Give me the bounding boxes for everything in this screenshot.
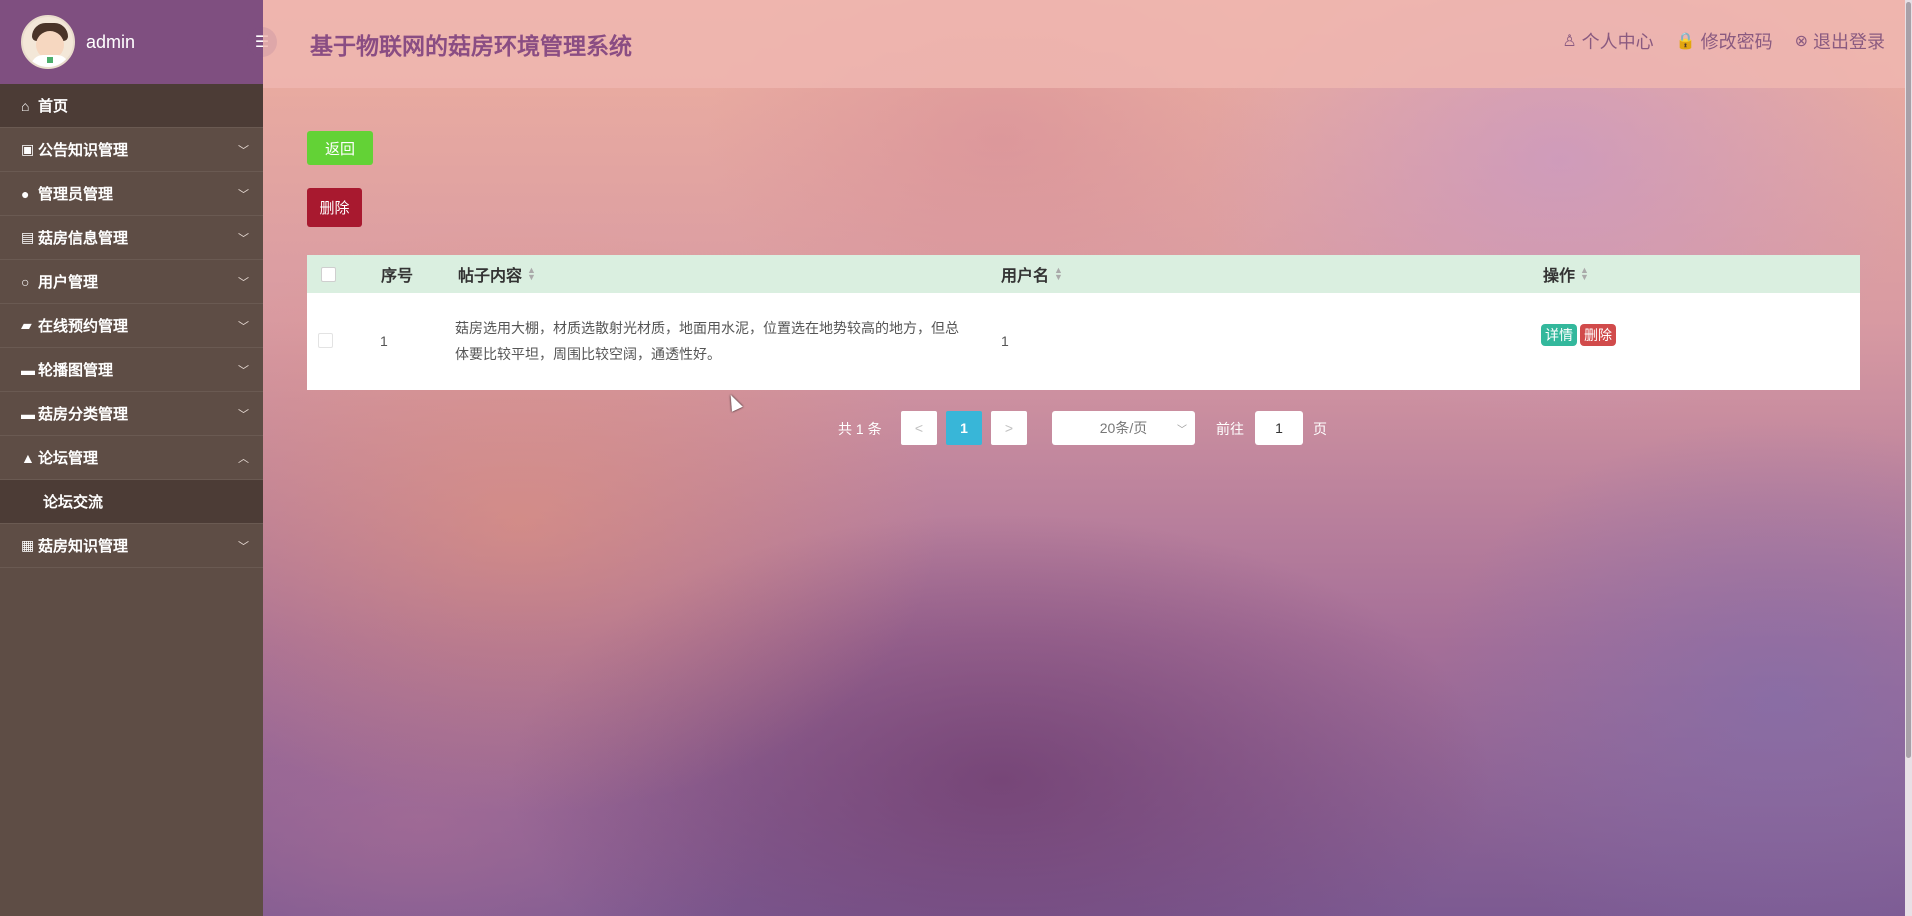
grid-icon: ▦ [21,537,35,553]
sort-icon[interactable]: ▲ ▼ [527,266,536,282]
back-button[interactable]: 返回 [307,131,373,165]
username: admin [86,31,136,52]
chevron-up-icon: ︿ [238,453,249,465]
row-checkbox[interactable] [318,333,333,348]
next-page-button[interactable]: > [991,411,1027,445]
sidebar-item-booking[interactable]: ▰ 在线预约管理 ﹀ [0,304,263,348]
sidebar-item-admin[interactable]: ● 管理员管理 ﹀ [0,172,263,216]
pagination: 共 1 条 < 1 > 20条/页 ﹀ 前往 1 页 [0,411,1912,445]
table-row: 1 菇房选用大棚，材质选散射光材质，地面用水泥，位置选在地势较高的地方，但总体要… [307,293,1860,390]
table-header: 序号 帖子内容 ▲ ▼ 用户名 ▲ ▼ 操作 ▲ ▼ [307,255,1860,293]
sidebar-item-label: 在线预约管理 [38,318,129,335]
page-size-select[interactable]: 20条/页 ﹀ [1052,411,1195,445]
chevron-down-icon: ﹀ [238,365,249,377]
sidebar-item-label: 管理员管理 [38,186,114,203]
scrollbar-thumb[interactable] [1906,2,1911,758]
page-size-value: 20条/页 [1099,420,1148,436]
mouse-cursor-icon [725,392,743,412]
profile-link[interactable]: ♙ 个人中心 [1562,28,1653,54]
avatar[interactable] [21,15,75,69]
posts-table: 序号 帖子内容 ▲ ▼ 用户名 ▲ ▼ 操作 ▲ ▼ 1 菇房选用大棚，材质选散射光材… [307,255,1860,390]
logout-link[interactable]: ⊗ 退出登录 [1795,28,1885,54]
profile-link-label: 个人中心 [1581,32,1654,52]
user-icon: ● [21,185,30,202]
sidebar-header: admin ☰ [0,0,277,84]
page-scrollbar[interactable] [1905,0,1912,916]
chevron-down-icon: ﹀ [238,321,249,333]
header-username[interactable]: 用户名 ▲ ▼ [1001,262,1063,286]
sidebar-item-room-info[interactable]: ▤ 菇房信息管理 ﹀ [0,216,263,260]
delete-button[interactable]: 删除 [307,188,362,227]
sidebar-item-label: 菇房知识管理 [38,538,129,555]
row-content: 菇房选用大棚，材质选散射光材质，地面用水泥，位置选在地势较高的地方，但总体要比较… [455,320,959,362]
sidebar-item-label: 菇房信息管理 [38,230,129,247]
logout-label: 退出登录 [1813,32,1885,52]
app-title: 基于物联网的菇房环境管理系统 [310,33,632,59]
sort-icon[interactable]: ▲ ▼ [1054,266,1063,282]
row-actions: 详情 删除 [1541,324,1619,346]
header-links: ♙ 个人中心 🔒 修改密码 ⊗ 退出登录 [1562,28,1885,54]
sidebar-subitem-forum-exchange[interactable]: 论坛交流 [0,480,263,524]
chevron-down-icon: ﹀ [238,277,249,289]
sidebar-item-home[interactable]: ⌂ 首页 [0,84,263,128]
sidebar-item-carousel[interactable]: ▬ 轮播图管理 ﹀ [0,348,263,392]
row-delete-button[interactable]: 删除 [1580,324,1616,346]
sidebar-item-users[interactable]: ○ 用户管理 ﹀ [0,260,263,304]
top-header: 基于物联网的菇房环境管理系统 ♙ 个人中心 🔒 修改密码 ⊗ 退出登录 [263,0,1912,88]
chevron-down-icon: ﹀ [1177,425,1187,436]
sidebar-item-notice[interactable]: ▣ 公告知识管理 ﹀ [0,128,263,172]
row-index: 1 [380,333,388,349]
close-circle-icon: ⊗ [1794,33,1808,50]
row-username: 1 [1001,333,1009,349]
home-icon: ⌂ [21,97,30,114]
sidebar-item-room-knowledge[interactable]: ▦ 菇房知识管理 ﹀ [0,524,263,568]
sort-icon[interactable]: ▲ ▼ [1580,266,1589,282]
sidebar-item-label: 论坛交流 [43,494,104,511]
header-content[interactable]: 帖子内容 ▲ ▼ [458,262,536,286]
chevron-down-icon: ﹀ [238,541,249,553]
sidebar-item-label: 轮播图管理 [38,362,114,379]
chevron-down-icon: ﹀ [238,145,249,157]
sidebar-item-label: 首页 [38,98,69,115]
prev-page-button[interactable]: < [901,411,937,445]
sidebar-item-label: 论坛管理 [38,450,99,467]
folder-icon: ▰ [21,317,32,333]
change-password-link[interactable]: 🔒 修改密码 [1676,28,1773,54]
pagination-total: 共 1 条 [838,421,882,437]
chevron-down-icon: ﹀ [238,233,249,245]
print-icon: ▤ [21,229,35,245]
page-1-button[interactable]: 1 [946,411,982,445]
header-actions[interactable]: 操作 ▲ ▼ [1543,262,1589,286]
user-outline-icon: ○ [21,273,30,290]
user-outline-icon: ♙ [1562,33,1577,50]
change-password-label: 修改密码 [1700,32,1773,52]
card-icon: ▬ [21,361,35,378]
goto-page-input[interactable]: 1 [1255,411,1303,445]
lock-icon: 🔒 [1675,33,1696,50]
page-unit-label: 页 [1313,421,1327,437]
goto-label: 前往 [1216,421,1244,437]
select-all-checkbox[interactable] [321,266,336,282]
sidebar: admin ☰ ⌂ 首页 ▣ 公告知识管理 ﹀ ● 管理员管理 ﹀ ▤ 菇房信息… [0,0,277,916]
sidebar-item-label: 公告知识管理 [38,142,129,159]
bank-icon: ▲ [21,449,35,466]
briefcase-icon: ▣ [21,141,35,157]
header-index: 序号 [381,268,414,285]
chevron-down-icon: ﹀ [238,189,249,201]
sidebar-item-label: 用户管理 [38,274,99,291]
detail-button[interactable]: 详情 [1541,324,1577,346]
